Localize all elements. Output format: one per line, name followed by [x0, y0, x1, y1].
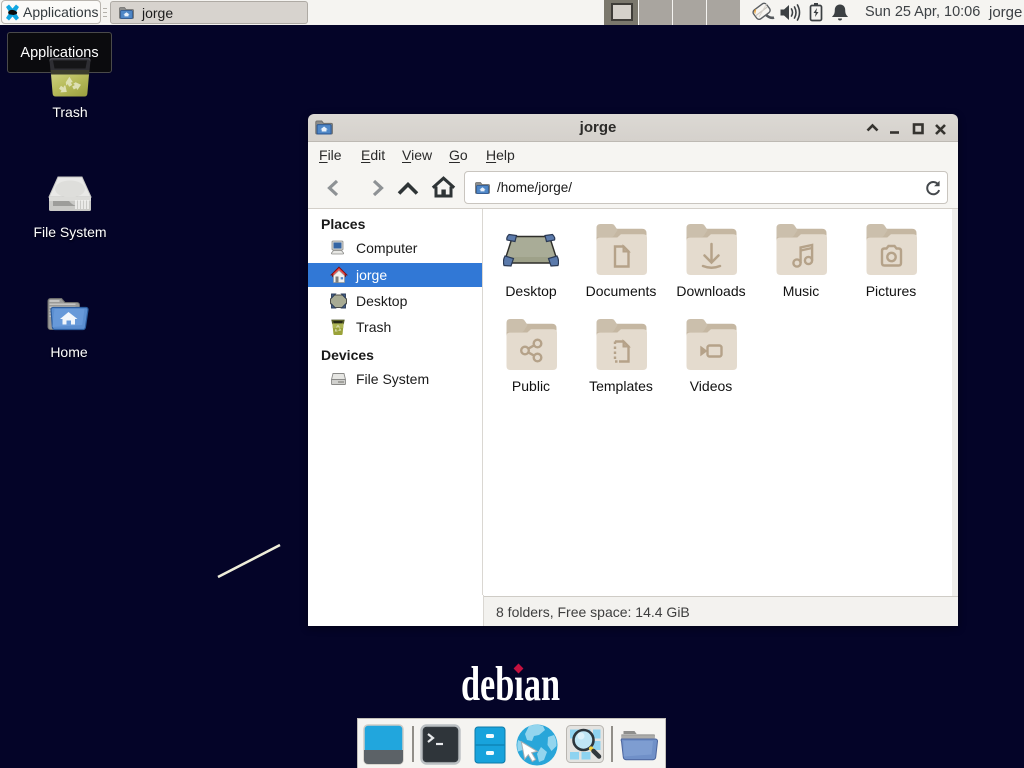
svg-text:debıan: debıan — [461, 656, 560, 708]
